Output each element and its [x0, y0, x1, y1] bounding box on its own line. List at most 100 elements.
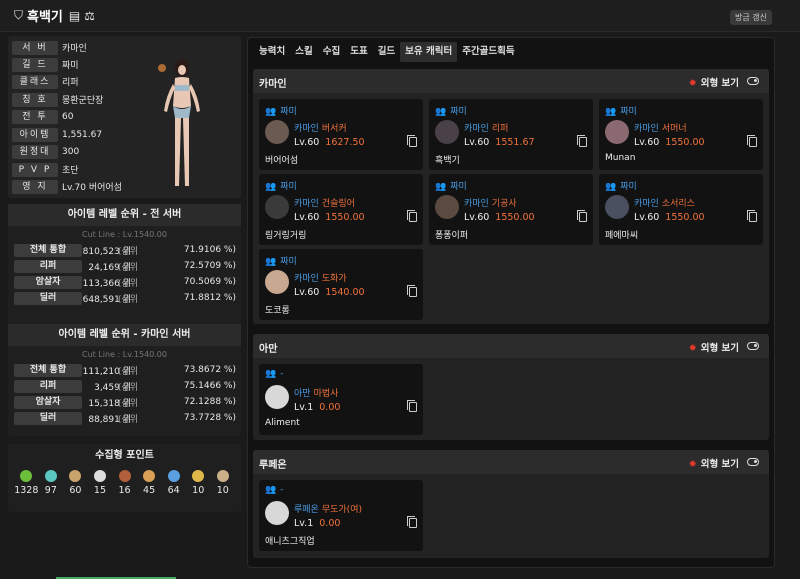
character-card[interactable]: 👥 - 아만 마법사 Lv.1 0.00 Aliment: [259, 364, 423, 435]
main-panel: 능력치 스킬 수집 도표 길드 보유 캐릭터 주간골드획득 카마인 ✹ 외형 보기 👥 짜미 카마…: [247, 37, 775, 568]
copy-icon[interactable]: [407, 285, 417, 297]
eye-toggle-icon[interactable]: [747, 77, 759, 85]
character-card[interactable]: 👥 짜미 카마인 건슬링어 Lv.60 1550.00 링거링거링: [259, 174, 423, 245]
sun-icon: ✹: [688, 459, 697, 470]
section-header: 루페온 ✹ 외형 보기: [253, 450, 769, 474]
people-icon: 👥: [265, 182, 277, 192]
server-class: 아만 마법사: [294, 389, 339, 399]
refresh-button[interactable]: 방금 갱신: [730, 10, 772, 25]
profile-row: P V P 초단: [12, 162, 79, 177]
masterpiece-icon: [69, 470, 82, 482]
class-avatar-icon: [265, 270, 289, 294]
level-ilvl: Lv.60 1540.00: [294, 287, 365, 298]
class-avatar-icon: [265, 120, 289, 144]
collectible-value: 10: [192, 485, 205, 496]
mokoko-seed-icon: [20, 470, 33, 482]
collectible-value: 45: [143, 485, 156, 496]
tab-4[interactable]: 길드: [373, 42, 400, 62]
section-title: 루페온: [259, 460, 287, 471]
profile-row: 아이템 1,551.67: [12, 127, 102, 142]
bookmark-icon[interactable]: ⛉: [14, 8, 23, 23]
people-icon: 👥: [435, 107, 447, 117]
rank-all-title: 아이템 레벨 순위 - 전 서버: [8, 204, 241, 226]
level-ilvl: Lv.60 1550.00: [294, 212, 365, 223]
character-name-label: 퐁퐁이퍼: [435, 231, 469, 241]
collectible-item[interactable]: 45: [137, 468, 162, 496]
collectible-item[interactable]: 10: [186, 468, 211, 496]
copy-icon[interactable]: [407, 400, 417, 412]
look-toggle-label[interactable]: ✹ 외형 보기: [689, 456, 739, 470]
copy-icon[interactable]: [577, 210, 587, 222]
character-portrait: [158, 59, 200, 186]
top-bar: ⛉ 흑백기 ▤ ⚖ 방금 갱신: [0, 0, 800, 32]
character-name-label: 애니츠그직업: [265, 537, 315, 547]
tab-0[interactable]: 능력치: [254, 42, 290, 62]
copy-icon[interactable]: [407, 516, 417, 528]
server-section-aman: 아만 ✹ 외형 보기 👥 - 아만 마법사 Lv.1 0.00 Aliment: [253, 334, 769, 440]
level-ilvl: Lv.60 1550.00: [464, 212, 535, 223]
copy-icon[interactable]: [407, 135, 417, 147]
level-ilvl: Lv.1 0.00: [294, 402, 341, 413]
collectible-points-panel: 수집형 포인트 1328 97 60 15 16 45 64 10 10: [8, 444, 241, 512]
character-name-label: 페에마씨: [605, 231, 639, 241]
eye-toggle-icon[interactable]: [747, 458, 759, 466]
left-panel: 서 버 카마인 길 드 짜미 클래스 리퍼 칭 호 몽환군단장 전 투 60 아이템 1,5…: [8, 36, 241, 512]
collectible-item[interactable]: 16: [112, 468, 137, 496]
rank-row: 딜러 648,591 위 (상위 71.8812 %): [8, 290, 241, 306]
look-toggle-label[interactable]: ✹ 외형 보기: [689, 75, 739, 89]
tab-bar: 능력치 스킬 수집 도표 길드 보유 캐릭터 주간골드획득: [254, 42, 520, 62]
look-toggle-label[interactable]: ✹ 외형 보기: [689, 340, 739, 354]
orpheus-star-icon: [216, 470, 229, 482]
collectible-item[interactable]: 97: [39, 468, 64, 496]
profile-row: 서 버 카마인: [12, 40, 87, 55]
guild-label: 👥 짜미: [605, 107, 637, 117]
collectible-item[interactable]: 1328: [14, 468, 39, 496]
server-class: 카마인 리퍼: [464, 124, 509, 134]
eye-toggle-icon[interactable]: [747, 342, 759, 350]
section-header: 카마인 ✹ 외형 보기: [253, 69, 769, 93]
voyage-icon: [167, 470, 180, 482]
character-card[interactable]: 👥 짜미 카마인 서머너 Lv.60 1550.00 Munan: [599, 99, 763, 170]
copy-icon[interactable]: [577, 135, 587, 147]
rank-row: 전체 통합 111,210 위 (상위 73.8672 %): [8, 362, 241, 378]
class-avatar-icon: [605, 120, 629, 144]
id-card-icon[interactable]: ▤: [69, 9, 80, 23]
tab-3[interactable]: 도표: [345, 42, 372, 62]
section-header: 아만 ✹ 외형 보기: [253, 334, 769, 358]
collectible-item[interactable]: 64: [161, 468, 186, 496]
rank-row: 리퍼 3,459 위 (상위 75.1466 %): [8, 378, 241, 394]
rank-row: 암살자 113,366 위 (상위 70.5069 %): [8, 274, 241, 290]
tab-6[interactable]: 주간골드획득: [457, 42, 519, 62]
server-section-lupeon: 루페온 ✹ 외형 보기 👥 - 루페온 무도가(여) Lv.1 0.00 애니츠그직업: [253, 450, 769, 558]
rank-row: 딜러 88,891 위 (상위 73.7728 %): [8, 410, 241, 426]
world-tree-leaf-icon: [192, 470, 205, 482]
class-avatar-icon: [265, 501, 289, 525]
scale-icon[interactable]: ⚖: [84, 9, 95, 23]
character-card[interactable]: 👥 짜미 카마인 기공사 Lv.60 1550.00 퐁퐁이퍼: [429, 174, 593, 245]
character-card[interactable]: 👥 - 루페온 무도가(여) Lv.1 0.00 애니츠그직업: [259, 480, 423, 551]
character-card[interactable]: 👥 짜미 카마인 소서리스 Lv.60 1550.00 페에마씨: [599, 174, 763, 245]
collectible-item[interactable]: 60: [63, 468, 88, 496]
collectible-item[interactable]: 15: [88, 468, 113, 496]
copy-icon[interactable]: [747, 210, 757, 222]
copy-icon[interactable]: [407, 210, 417, 222]
collectible-value: 1328: [14, 485, 39, 496]
collectible-item[interactable]: 10: [211, 468, 236, 496]
guild-label: 👥 짜미: [435, 107, 467, 117]
level-ilvl: Lv.60 1551.67: [464, 137, 535, 148]
collectible-row: 1328 97 60 15 16 45 64 10 10: [8, 468, 241, 496]
tab-2[interactable]: 수집: [318, 42, 345, 62]
character-card[interactable]: 👥 짜미 카마인 도화가 Lv.60 1540.00 도코롱: [259, 249, 423, 320]
tab-5[interactable]: 보유 캐릭터: [400, 42, 458, 62]
profile-row: 원정대 300: [12, 144, 79, 159]
cutline-label: Cut Line : Lv.1540.00: [82, 350, 167, 359]
server-class: 카마인 서머너: [634, 124, 687, 134]
character-card[interactable]: 👥 짜미 카마인 리퍼 Lv.60 1551.67 흑백기: [429, 99, 593, 170]
copy-icon[interactable]: [747, 135, 757, 147]
character-name-label: 버어어섬: [265, 156, 299, 166]
profile-row: 전 투 60: [12, 109, 73, 124]
level-ilvl: Lv.60 1627.50: [294, 137, 365, 148]
adventure-tome-icon: [143, 470, 156, 482]
tab-1[interactable]: 스킬: [290, 42, 317, 62]
character-card[interactable]: 👥 짜미 카마인 버서커 Lv.60 1627.50 버어어섬: [259, 99, 423, 170]
